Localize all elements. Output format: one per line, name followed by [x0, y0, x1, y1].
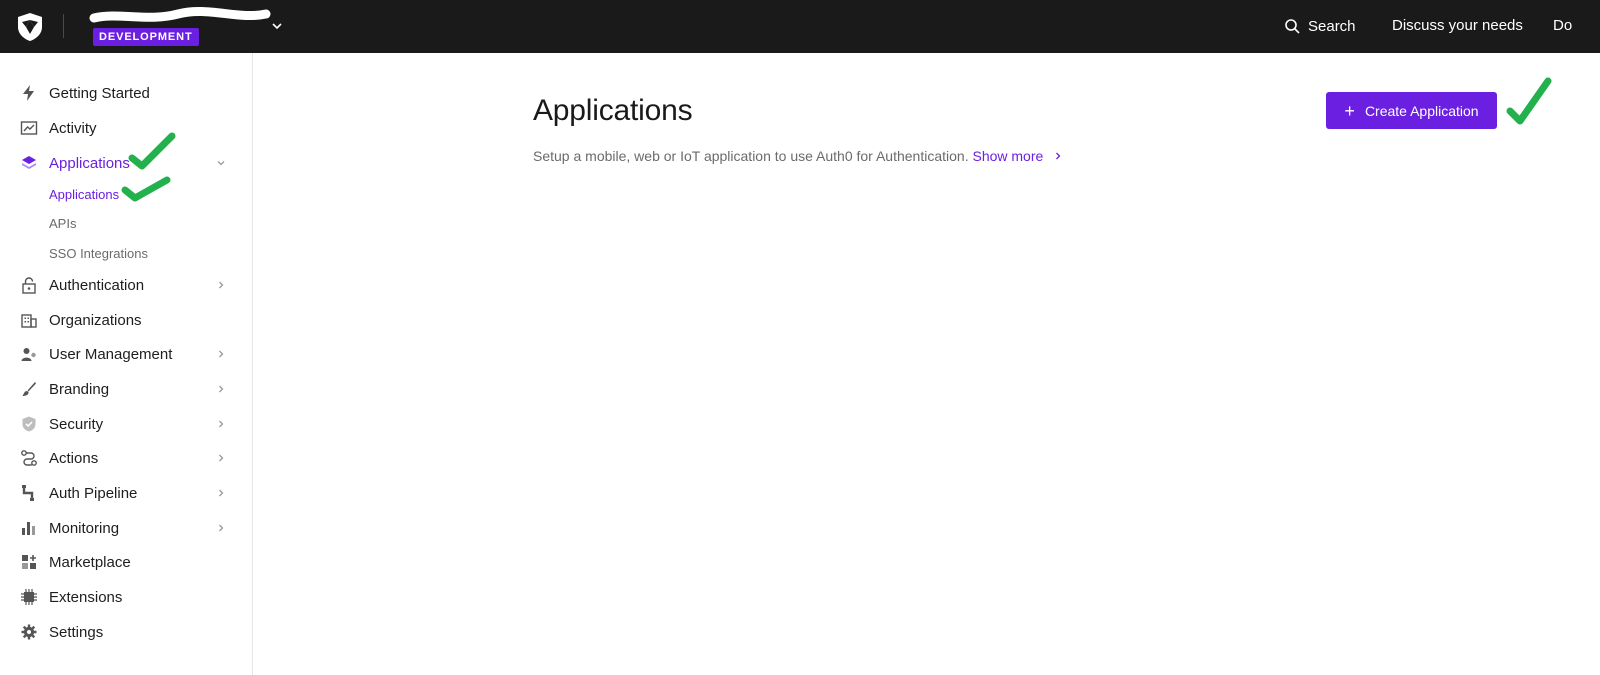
sidebar-item-actions[interactable]: Actions — [0, 443, 252, 473]
pipeline-icon — [22, 485, 34, 501]
sidebar-item-extensions[interactable]: Extensions — [0, 582, 252, 612]
sidebar-item-label: Activity — [49, 120, 97, 137]
show-more-label: Show more — [972, 148, 1044, 164]
search-icon — [1285, 19, 1300, 34]
chevron-right-icon — [1056, 152, 1061, 160]
sidebar-subitem-applications[interactable]: Applications — [49, 187, 119, 207]
layers-icon — [22, 156, 36, 169]
sidebar-item-label: Auth Pipeline — [49, 485, 138, 502]
redacted-tenant-name — [89, 7, 271, 23]
shield-icon — [22, 416, 36, 432]
sidebar-item-authentication[interactable]: Authentication — [0, 270, 252, 300]
truncated-nav-link[interactable]: Do — [1553, 17, 1600, 34]
description-text: Setup a mobile, web or IoT application t… — [533, 148, 969, 164]
sidebar-item-monitoring[interactable]: Monitoring — [0, 513, 252, 543]
chevron-down-icon[interactable] — [269, 18, 285, 34]
sidebar-item-security[interactable]: Security — [0, 409, 252, 439]
chevron-right-icon — [219, 524, 224, 532]
chevron-down-icon — [217, 161, 225, 166]
logo-divider — [63, 14, 64, 38]
top-bar: DEVELOPMENT Search Discuss your needs Do — [0, 0, 1600, 53]
search-button[interactable]: Search — [1284, 16, 1356, 36]
building-icon — [21, 314, 37, 328]
show-more-link[interactable]: Show more — [972, 148, 1063, 164]
sidebar-item-label: Monitoring — [49, 520, 120, 537]
sidebar-item-auth-pipeline[interactable]: Auth Pipeline — [0, 478, 252, 508]
bar-chart-icon — [22, 522, 35, 535]
plus-icon: + — [1344, 100, 1355, 121]
chart-trend-icon — [20, 121, 38, 135]
annotation-checkmark-icon — [1506, 77, 1552, 125]
lock-icon — [22, 277, 36, 294]
users-icon — [21, 348, 36, 361]
sidebar-item-label: Organizations — [49, 312, 142, 329]
sidebar-item-label: Settings — [49, 624, 104, 641]
lightning-icon — [23, 85, 34, 101]
chip-icon — [21, 589, 37, 605]
create-application-label: Create Application — [1364, 102, 1479, 119]
brush-icon — [22, 382, 36, 396]
sidebar-subitem-sso-integrations[interactable]: SSO Integrations — [49, 246, 148, 266]
chevron-right-icon — [219, 281, 224, 289]
sidebar-item-user-management[interactable]: User Management — [0, 339, 252, 369]
sidebar-item-settings[interactable]: Settings — [0, 617, 252, 647]
gear-icon — [21, 624, 37, 640]
sidebar-item-applications[interactable]: Applications — [0, 148, 252, 178]
search-label: Search — [1308, 17, 1356, 35]
sidebar-item-label: User Management — [49, 346, 173, 363]
chevron-right-icon — [219, 454, 224, 462]
sidebar-item-label: Security — [49, 416, 104, 433]
sidebar-item-label: Getting Started — [49, 85, 150, 102]
chevron-right-icon — [219, 420, 224, 428]
sidebar: Getting Started Activity Applications Ap… — [0, 53, 253, 675]
create-application-button[interactable]: + Create Application — [1326, 92, 1497, 129]
chevron-right-icon — [219, 385, 224, 393]
auth0-logo-icon[interactable] — [14, 11, 46, 43]
environment-badge: DEVELOPMENT — [93, 28, 199, 46]
sidebar-item-label: Authentication — [49, 277, 145, 294]
chevron-right-icon — [219, 350, 224, 358]
grid-plus-icon — [22, 555, 36, 569]
sidebar-subitem-apis[interactable]: APIs — [49, 216, 76, 236]
sidebar-item-marketplace[interactable]: Marketplace — [0, 547, 252, 577]
page-title: Applications — [533, 94, 693, 127]
sidebar-item-label: Extensions — [49, 589, 123, 606]
sidebar-item-branding[interactable]: Branding — [0, 374, 252, 404]
chevron-right-icon — [219, 489, 224, 497]
sidebar-item-activity[interactable]: Activity — [0, 113, 252, 143]
flow-icon — [21, 450, 37, 466]
sidebar-item-getting-started[interactable]: Getting Started — [0, 78, 252, 108]
sidebar-item-organizations[interactable]: Organizations — [0, 305, 252, 335]
sidebar-item-label: Applications — [49, 155, 130, 172]
discuss-needs-link[interactable]: Discuss your needs — [1392, 17, 1523, 34]
sidebar-item-label: Marketplace — [49, 554, 131, 571]
sidebar-item-label: Actions — [49, 450, 99, 467]
sidebar-item-label: Branding — [49, 381, 110, 398]
page-description: Setup a mobile, web or IoT application t… — [533, 148, 1063, 164]
